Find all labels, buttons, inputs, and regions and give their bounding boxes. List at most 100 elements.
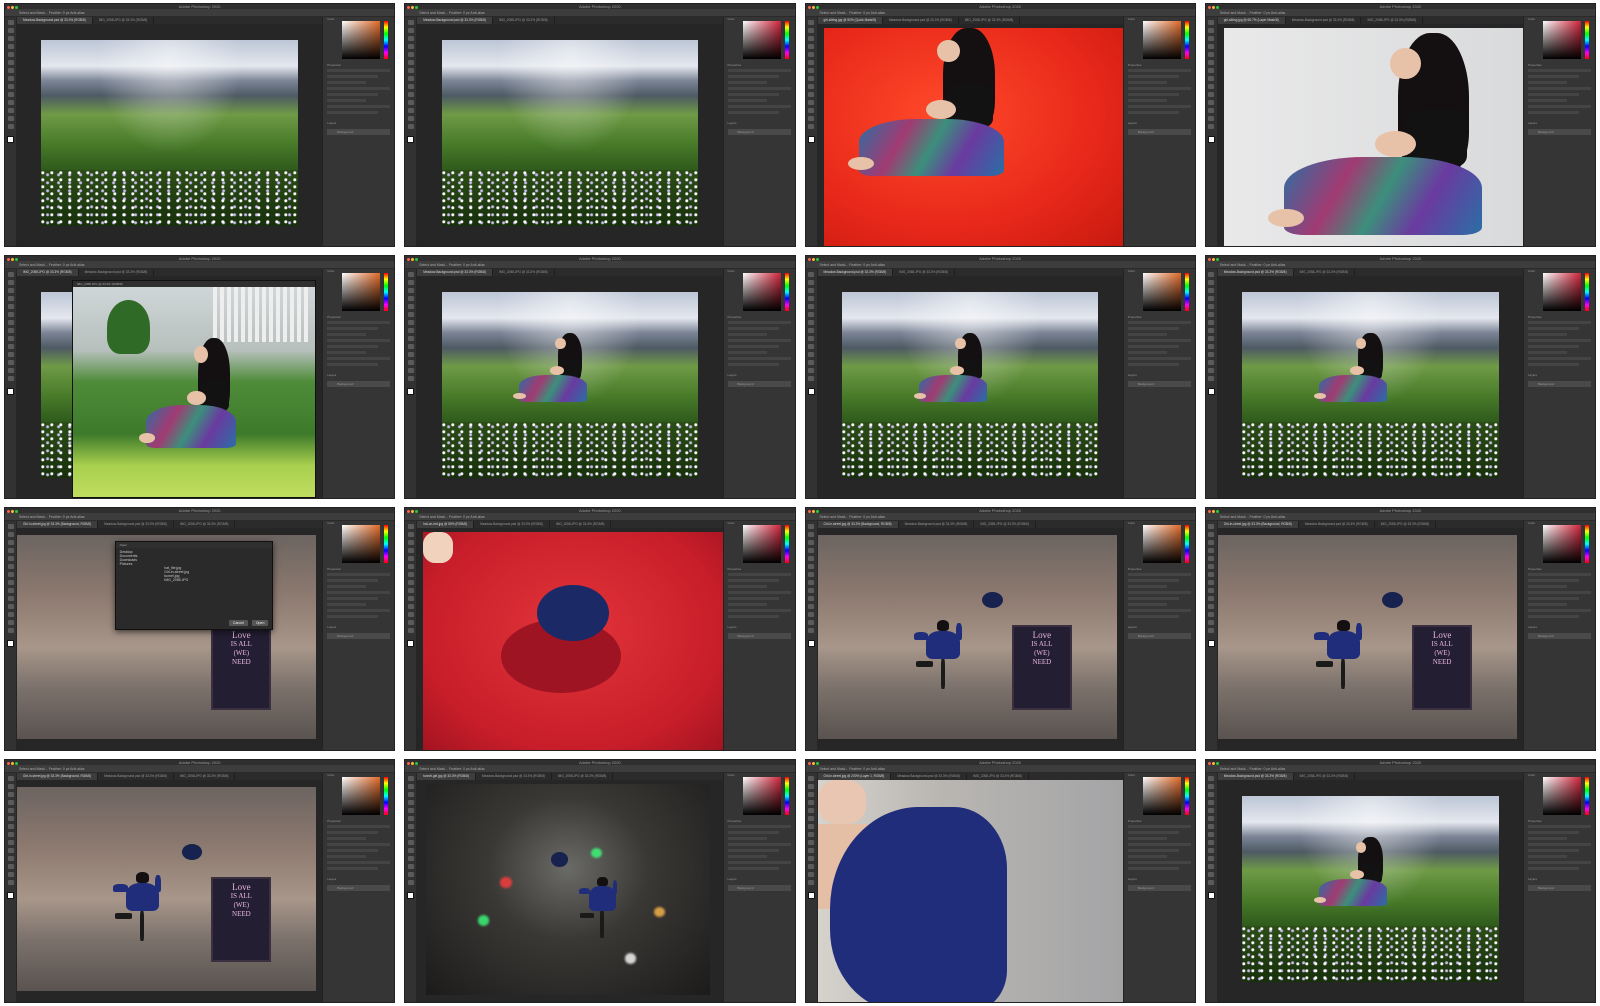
tool-icon[interactable] [1208,320,1215,325]
tool-icon[interactable] [407,320,414,325]
tool-icon[interactable] [1208,84,1215,89]
property-control[interactable] [1528,603,1567,606]
color-picker-field[interactable] [1142,525,1181,563]
tool-icon[interactable] [7,20,14,25]
hue-slider[interactable] [384,21,389,59]
property-control[interactable] [1528,339,1591,342]
color-picker-field[interactable] [342,525,381,563]
property-control[interactable] [1528,93,1579,96]
property-control[interactable] [1528,825,1591,828]
property-control[interactable] [727,609,791,612]
tool-icon[interactable] [808,580,814,585]
property-control[interactable] [327,867,379,870]
tool-icon[interactable] [808,76,814,81]
tool-icon[interactable] [1208,588,1215,593]
canvas-area[interactable]: Love IS ALL (WE) NEED [817,528,1123,750]
property-control[interactable] [1127,579,1179,582]
property-control[interactable] [1127,333,1167,336]
tool-icon[interactable] [407,100,414,105]
tool-icon[interactable] [1208,336,1215,341]
property-control[interactable] [327,825,391,828]
property-control[interactable] [727,111,779,114]
property-control[interactable] [727,597,779,600]
property-control[interactable] [727,75,779,78]
tool-icon[interactable] [7,872,14,877]
tool-icon[interactable] [407,524,414,529]
tool-icon[interactable] [1208,328,1215,333]
property-control[interactable] [1528,849,1579,852]
document-tab[interactable]: Meadow-Background.psd @ 33.3% (RGB/8) [883,17,959,24]
property-control[interactable] [727,861,791,864]
property-control[interactable] [327,855,367,858]
property-control[interactable] [727,321,791,324]
tool-icon[interactable] [808,620,814,625]
tool-icon[interactable] [1208,872,1215,877]
tool-icon[interactable] [7,376,14,381]
tool-icon[interactable] [407,304,414,309]
tool-icon[interactable] [407,28,414,33]
property-control[interactable] [727,333,767,336]
property-control[interactable] [1528,105,1591,108]
property-control[interactable] [1528,357,1591,360]
tool-icon[interactable] [407,800,414,805]
property-control[interactable] [727,585,767,588]
hue-slider[interactable] [784,21,789,59]
tool-icon[interactable] [808,124,814,129]
file-list[interactable]: Desktop Documents Downloads Pictures hat_fil… [116,548,273,584]
property-control[interactable] [727,351,767,354]
property-control[interactable] [327,363,379,366]
property-control[interactable] [1127,75,1179,78]
canvas-area[interactable] [1217,780,1523,1002]
tool-icon[interactable] [1208,776,1215,781]
property-control[interactable] [1127,321,1191,324]
tool-icon[interactable] [808,604,814,609]
foreground-color-swatch[interactable] [7,388,14,395]
property-control[interactable] [327,591,391,594]
property-control[interactable] [327,345,379,348]
property-control[interactable] [1528,831,1579,834]
tool-icon[interactable] [7,344,14,349]
property-control[interactable] [1528,609,1591,612]
foreground-color-swatch[interactable] [1207,136,1215,143]
tool-icon[interactable] [808,588,814,593]
tool-icon[interactable] [808,272,814,277]
tool-icon[interactable] [808,116,814,121]
tool-icon[interactable] [808,548,814,553]
tool-icon[interactable] [7,824,14,829]
color-picker-field[interactable] [742,273,781,311]
document-tab[interactable]: tunnel-girl.jpg @ 33.3% (RGB/8) [417,773,477,780]
tool-icon[interactable] [808,848,814,853]
canvas-area[interactable] [817,24,1123,246]
tool-icon[interactable] [7,612,14,617]
property-control[interactable] [1528,87,1591,90]
hue-slider[interactable] [1184,273,1189,311]
tool-icon[interactable] [808,44,814,49]
document-tab[interactable]: Meadow-Background.psd @ 33.3% (RGB/8) [417,269,494,276]
document-tab[interactable]: Girl-in-street.jpg @ 33.3% (Background, … [17,773,99,780]
color-picker-field[interactable] [342,273,381,311]
tool-icon[interactable] [808,100,814,105]
tool-icon[interactable] [7,628,14,633]
tool-icon[interactable] [1208,864,1215,869]
property-control[interactable] [1127,825,1191,828]
property-control[interactable] [1127,99,1167,102]
document-tab[interactable]: IMG_2058.JPG @ 33.3% (RGB/8) [493,17,555,24]
canvas-area[interactable] [417,276,723,498]
canvas-area[interactable] [417,780,723,1002]
file-item[interactable]: IMG_2058.JPG [120,578,269,582]
property-control[interactable] [1528,333,1567,336]
tool-icon[interactable] [7,572,14,577]
property-control[interactable] [1528,111,1579,114]
foreground-color-swatch[interactable] [407,136,415,143]
document-tab[interactable]: IMG_2058.JPG @ 33.3% (RGB/8) [1361,17,1424,24]
tool-icon[interactable] [407,564,414,569]
tool-icon[interactable] [407,880,414,885]
tool-icon[interactable] [7,108,14,113]
canvas-area[interactable] [417,24,723,246]
tool-icon[interactable] [808,344,814,349]
tool-icon[interactable] [7,840,14,845]
document-tab[interactable]: IMG_2058.JPG @ 33.3% (RGB/8) [552,773,614,780]
property-control[interactable] [327,843,391,846]
document-tab[interactable]: hat-on-red.jpg @ 50% (RGB/8) [417,521,475,528]
tool-icon[interactable] [808,596,814,601]
